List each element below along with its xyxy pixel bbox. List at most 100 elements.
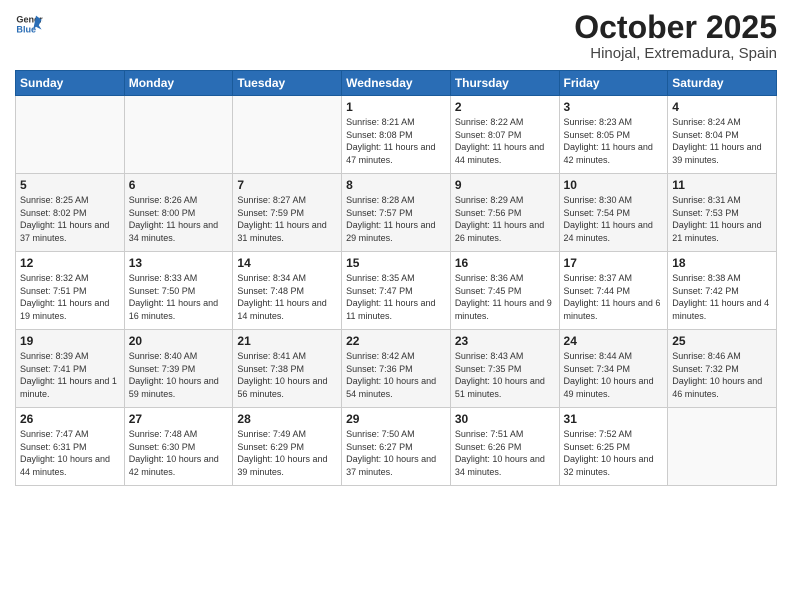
day-info: Sunrise: 8:41 AM Sunset: 7:38 PM Dayligh… — [237, 350, 337, 400]
day-info: Sunrise: 8:36 AM Sunset: 7:45 PM Dayligh… — [455, 272, 555, 322]
day-number: 18 — [672, 256, 772, 270]
day-info: Sunrise: 8:31 AM Sunset: 7:53 PM Dayligh… — [672, 194, 772, 244]
day-number: 26 — [20, 412, 120, 426]
day-info: Sunrise: 8:40 AM Sunset: 7:39 PM Dayligh… — [129, 350, 229, 400]
col-sunday: Sunday — [16, 71, 125, 96]
day-number: 21 — [237, 334, 337, 348]
day-number: 2 — [455, 100, 555, 114]
calendar-cell: 6 Sunrise: 8:26 AM Sunset: 8:00 PM Daylig… — [124, 174, 233, 252]
day-info: Sunrise: 8:23 AM Sunset: 8:05 PM Dayligh… — [564, 116, 664, 166]
day-number: 9 — [455, 178, 555, 192]
day-number: 6 — [129, 178, 229, 192]
day-info: Sunrise: 8:39 AM Sunset: 7:41 PM Dayligh… — [20, 350, 120, 400]
day-info: Sunrise: 7:49 AM Sunset: 6:29 PM Dayligh… — [237, 428, 337, 478]
header-row: Sunday Monday Tuesday Wednesday Thursday… — [16, 71, 777, 96]
svg-text:Blue: Blue — [16, 24, 36, 34]
day-number: 7 — [237, 178, 337, 192]
calendar-cell: 7 Sunrise: 8:27 AM Sunset: 7:59 PM Daylig… — [233, 174, 342, 252]
calendar-cell: 31 Sunrise: 7:52 AM Sunset: 6:25 PM Dayli… — [559, 408, 668, 486]
day-info: Sunrise: 8:24 AM Sunset: 8:04 PM Dayligh… — [672, 116, 772, 166]
day-info: Sunrise: 8:26 AM Sunset: 8:00 PM Dayligh… — [129, 194, 229, 244]
day-info: Sunrise: 8:35 AM Sunset: 7:47 PM Dayligh… — [346, 272, 446, 322]
calendar-table: Sunday Monday Tuesday Wednesday Thursday… — [15, 70, 777, 486]
day-number: 16 — [455, 256, 555, 270]
day-info: Sunrise: 8:33 AM Sunset: 7:50 PM Dayligh… — [129, 272, 229, 322]
calendar-week-5: 26Sunrise: 7:47 AM Sunset: 6:31 PM Dayli… — [16, 408, 777, 486]
day-number: 20 — [129, 334, 229, 348]
calendar-cell: 4 Sunrise: 8:24 AM Sunset: 8:04 PM Daylig… — [668, 96, 777, 174]
day-info: Sunrise: 7:50 AM Sunset: 6:27 PM Dayligh… — [346, 428, 446, 478]
title-block: October 2025 Hinojal, Extremadura, Spain — [574, 10, 777, 62]
calendar-cell: 17 Sunrise: 8:37 AM Sunset: 7:44 PM Dayli… — [559, 252, 668, 330]
calendar-header: Sunday Monday Tuesday Wednesday Thursday… — [16, 71, 777, 96]
col-friday: Friday — [559, 71, 668, 96]
day-info: Sunrise: 8:44 AM Sunset: 7:34 PM Dayligh… — [564, 350, 664, 400]
day-info: Sunrise: 8:38 AM Sunset: 7:42 PM Dayligh… — [672, 272, 772, 322]
day-info: Sunrise: 8:21 AM Sunset: 8:08 PM Dayligh… — [346, 116, 446, 166]
calendar-cell: 26Sunrise: 7:47 AM Sunset: 6:31 PM Dayli… — [16, 408, 125, 486]
day-number: 14 — [237, 256, 337, 270]
day-number: 31 — [564, 412, 664, 426]
day-number: 4 — [672, 100, 772, 114]
location-subtitle: Hinojal, Extremadura, Spain — [574, 45, 777, 62]
day-number: 11 — [672, 178, 772, 192]
calendar-cell: 8Sunrise: 8:28 AM Sunset: 7:57 PM Daylig… — [342, 174, 451, 252]
day-info: Sunrise: 7:52 AM Sunset: 6:25 PM Dayligh… — [564, 428, 664, 478]
day-number: 15 — [346, 256, 446, 270]
day-info: Sunrise: 8:46 AM Sunset: 7:32 PM Dayligh… — [672, 350, 772, 400]
day-number: 22 — [346, 334, 446, 348]
day-number: 5 — [20, 178, 120, 192]
col-monday: Monday — [124, 71, 233, 96]
calendar-cell: 2 Sunrise: 8:22 AM Sunset: 8:07 PM Daylig… — [450, 96, 559, 174]
calendar-cell: 9 Sunrise: 8:29 AM Sunset: 7:56 PM Daylig… — [450, 174, 559, 252]
page-header: General Blue October 2025 Hinojal, Extre… — [15, 10, 777, 62]
day-info: Sunrise: 7:48 AM Sunset: 6:30 PM Dayligh… — [129, 428, 229, 478]
day-info: Sunrise: 8:27 AM Sunset: 7:59 PM Dayligh… — [237, 194, 337, 244]
calendar-cell: 20 Sunrise: 8:40 AM Sunset: 7:39 PM Dayli… — [124, 330, 233, 408]
calendar-cell: 21 Sunrise: 8:41 AM Sunset: 7:38 PM Dayli… — [233, 330, 342, 408]
calendar-cell: 5 Sunrise: 8:25 AM Sunset: 8:02 PM Daylig… — [16, 174, 125, 252]
day-info: Sunrise: 8:22 AM Sunset: 8:07 PM Dayligh… — [455, 116, 555, 166]
col-tuesday: Tuesday — [233, 71, 342, 96]
calendar-cell: 19 Sunrise: 8:39 AM Sunset: 7:41 PM Dayli… — [16, 330, 125, 408]
calendar-cell — [668, 408, 777, 486]
calendar-body: 1 Sunrise: 8:21 AM Sunset: 8:08 PM Daylig… — [16, 96, 777, 486]
logo: General Blue — [15, 10, 43, 38]
day-number: 25 — [672, 334, 772, 348]
calendar-cell: 15 Sunrise: 8:35 AM Sunset: 7:47 PM Dayli… — [342, 252, 451, 330]
calendar-cell — [124, 96, 233, 174]
calendar-cell: 30Sunrise: 7:51 AM Sunset: 6:26 PM Dayli… — [450, 408, 559, 486]
calendar-cell: 23Sunrise: 8:43 AM Sunset: 7:35 PM Dayli… — [450, 330, 559, 408]
calendar-cell: 28 Sunrise: 7:49 AM Sunset: 6:29 PM Dayli… — [233, 408, 342, 486]
day-number: 24 — [564, 334, 664, 348]
calendar-cell: 14 Sunrise: 8:34 AM Sunset: 7:48 PM Dayli… — [233, 252, 342, 330]
col-wednesday: Wednesday — [342, 71, 451, 96]
calendar-week-2: 5 Sunrise: 8:25 AM Sunset: 8:02 PM Daylig… — [16, 174, 777, 252]
day-number: 3 — [564, 100, 664, 114]
logo-icon: General Blue — [15, 10, 43, 38]
calendar-cell: 3 Sunrise: 8:23 AM Sunset: 8:05 PM Daylig… — [559, 96, 668, 174]
col-saturday: Saturday — [668, 71, 777, 96]
day-info: Sunrise: 8:37 AM Sunset: 7:44 PM Dayligh… — [564, 272, 664, 322]
day-number: 12 — [20, 256, 120, 270]
day-info: Sunrise: 8:34 AM Sunset: 7:48 PM Dayligh… — [237, 272, 337, 322]
col-thursday: Thursday — [450, 71, 559, 96]
day-number: 19 — [20, 334, 120, 348]
calendar-cell — [16, 96, 125, 174]
calendar-cell: 24 Sunrise: 8:44 AM Sunset: 7:34 PM Dayli… — [559, 330, 668, 408]
day-number: 30 — [455, 412, 555, 426]
day-number: 17 — [564, 256, 664, 270]
day-info: Sunrise: 8:28 AM Sunset: 7:57 PM Dayligh… — [346, 194, 446, 244]
calendar-week-1: 1 Sunrise: 8:21 AM Sunset: 8:08 PM Daylig… — [16, 96, 777, 174]
day-number: 1 — [346, 100, 446, 114]
day-number: 28 — [237, 412, 337, 426]
day-info: Sunrise: 8:25 AM Sunset: 8:02 PM Dayligh… — [20, 194, 120, 244]
calendar-week-4: 19 Sunrise: 8:39 AM Sunset: 7:41 PM Dayli… — [16, 330, 777, 408]
page-container: General Blue October 2025 Hinojal, Extre… — [0, 0, 792, 496]
calendar-cell: 13 Sunrise: 8:33 AM Sunset: 7:50 PM Dayli… — [124, 252, 233, 330]
calendar-week-3: 12Sunrise: 8:32 AM Sunset: 7:51 PM Dayli… — [16, 252, 777, 330]
day-number: 13 — [129, 256, 229, 270]
calendar-cell: 11 Sunrise: 8:31 AM Sunset: 7:53 PM Dayli… — [668, 174, 777, 252]
day-info: Sunrise: 8:30 AM Sunset: 7:54 PM Dayligh… — [564, 194, 664, 244]
day-info: Sunrise: 8:29 AM Sunset: 7:56 PM Dayligh… — [455, 194, 555, 244]
